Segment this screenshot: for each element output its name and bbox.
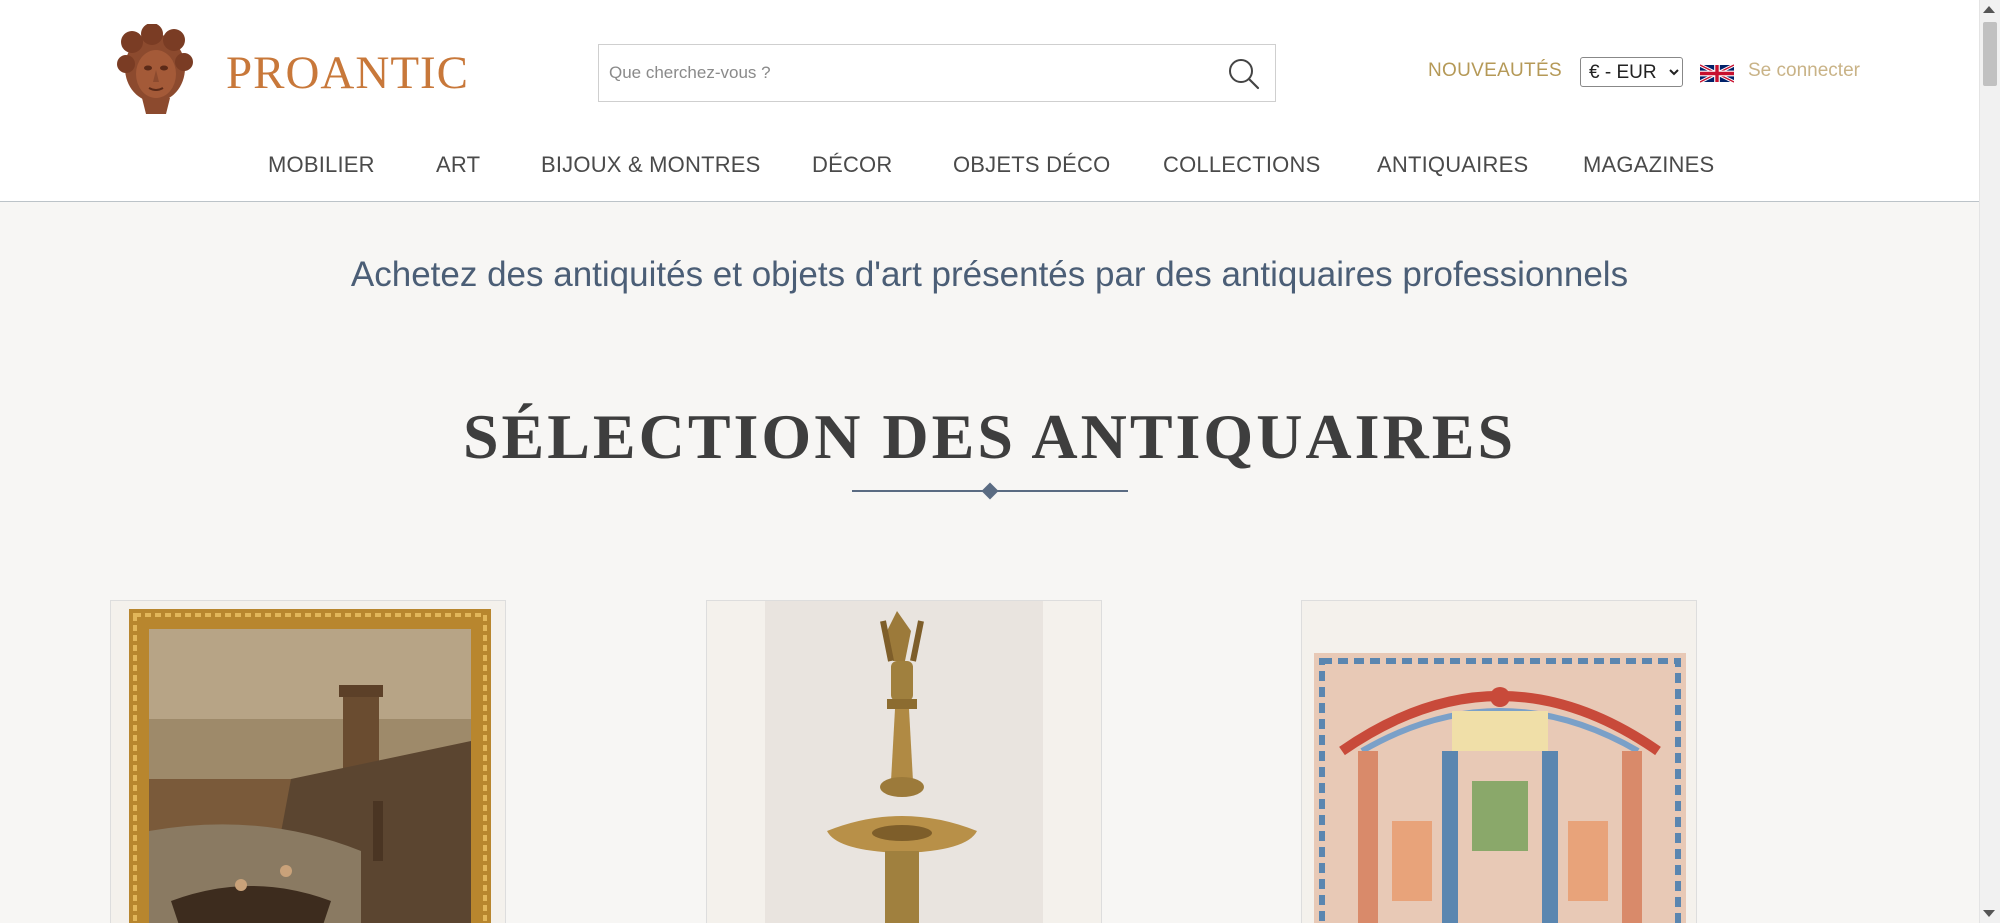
nav-item-antiquaires[interactable]: ANTIQUAIRES [1377,152,1528,178]
nouveautes-link[interactable]: NOUVEAUTÉS [1428,60,1562,82]
nav-item-collections[interactable]: COLLECTIONS [1163,152,1320,178]
framed-painting-image [111,601,505,923]
embroidered-textile-image [1302,601,1696,923]
scrollbar-thumb[interactable] [1983,22,1997,86]
currency-select[interactable]: € - EUR [1580,57,1683,87]
site-logo[interactable]: PROANTIC [108,20,468,122]
nav-item-decor[interactable]: DÉCOR [812,152,892,178]
scroll-up-arrow-icon[interactable] [1983,6,1995,13]
page-scrollbar[interactable] [1979,0,2000,923]
nav-item-magazines[interactable]: MAGAZINES [1583,152,1714,178]
nav-item-art[interactable]: ART [436,152,480,178]
bust-logo-icon [117,24,193,114]
search-bar [598,44,1276,102]
page-tagline: Achetez des antiquités et objets d'art p… [350,255,1629,294]
nav-item-mobilier[interactable]: MOBILIER [268,152,375,178]
product-card[interactable] [706,600,1102,923]
product-card[interactable] [1301,600,1697,923]
section-title: SÉLECTION DES ANTIQUAIRES [462,401,1517,472]
login-link[interactable]: Se connecter [1748,60,1860,82]
scroll-down-arrow-icon[interactable] [1983,910,1995,917]
nav-item-bijoux-montres[interactable]: BIJOUX & MONTRES [541,152,761,178]
logo-text: PROANTIC [226,47,470,99]
nav-item-objets-deco[interactable]: OBJETS DÉCO [953,152,1110,178]
site-header: PROANTIC NOUVEAUTÉS € - EUR Se connecter… [0,0,1979,202]
product-card[interactable] [110,600,506,923]
brass-candlestick-image [707,601,1101,923]
search-input[interactable] [609,55,1209,91]
uk-flag-icon[interactable] [1700,61,1734,86]
search-icon[interactable] [1227,57,1261,91]
title-divider-ornament [981,482,999,500]
dealer-selection [108,528,1850,923]
main-nav: MOBILIER ART BIJOUX & MONTRES DÉCOR OBJE… [108,124,1850,202]
